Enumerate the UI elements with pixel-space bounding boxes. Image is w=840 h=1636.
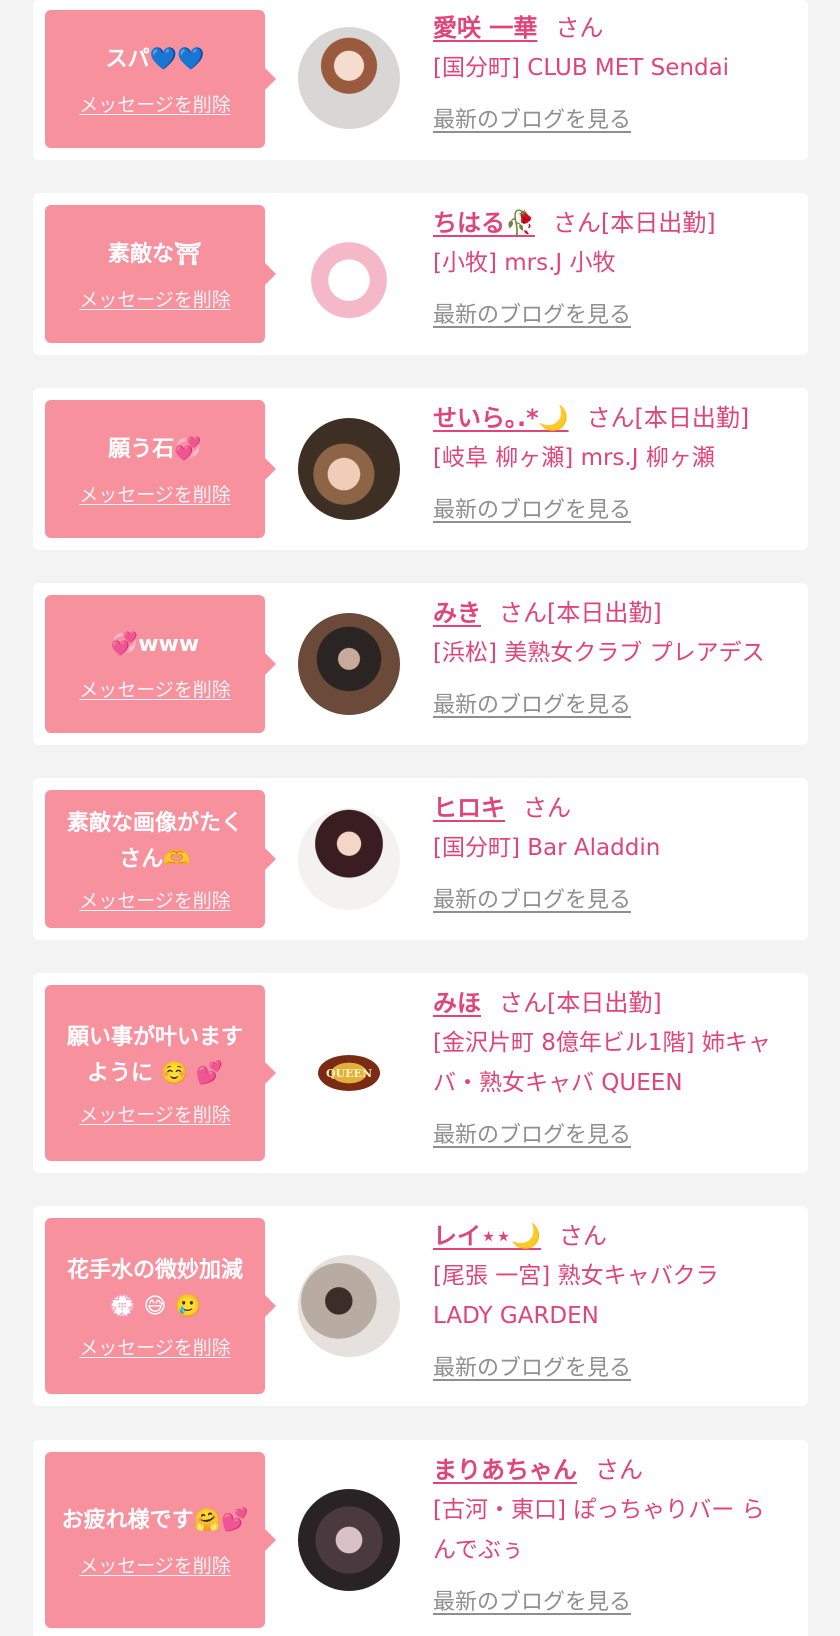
girl-name-link[interactable]: ヒロキ (433, 794, 505, 822)
message-text: 願う石💞 (108, 436, 202, 462)
shop-name: [古河・東口] ぽっちゃりバー ら (433, 1497, 765, 1523)
avatar[interactable] (298, 418, 400, 520)
blog-link[interactable]: 最新のブログを見る (433, 882, 631, 914)
message-bubble: 願う石💞 メッセージを削除 (45, 400, 276, 538)
shop-name: [小牧] mrs.J 小牧 (433, 250, 616, 276)
message-bubble: 願い事が叶います ように ☺️ 💕 メッセージを削除 (45, 985, 276, 1161)
shop-name: んでぶぅ (433, 1537, 524, 1563)
message-bubble: 素敵な⛩ メッセージを削除 (45, 205, 276, 343)
list-item: 願う石💞 メッセージを削除 せいら｡.*🌙 さん[本日出勤] [岐阜 柳ヶ瀬] m… (33, 388, 808, 550)
list-item: 素敵な⛩ メッセージを削除 ちはる🥀 さん[本日出勤] [小牧] mrs.J 小牧… (33, 193, 808, 355)
message-text: 💞www (110, 631, 200, 657)
avatar[interactable] (298, 1489, 400, 1591)
name-suffix: さん (555, 14, 604, 42)
list-item: 💞www メッセージを削除 みき さん[本日出勤] [浜松] 美熟女クラブ プレア… (33, 583, 808, 745)
name-suffix: さん[本日出勤] (499, 989, 662, 1017)
avatar[interactable]: QUEEN (298, 1022, 400, 1124)
avatar[interactable] (298, 613, 400, 715)
avatar[interactable] (298, 27, 400, 129)
shop-name: [国分町] Bar Aladdin (433, 835, 661, 861)
delete-message-link[interactable]: メッセージを削除 (79, 1333, 231, 1360)
delete-message-link[interactable]: メッセージを削除 (79, 1551, 231, 1578)
shop-name: [金沢片町 8億年ビル1階] 姉キャ (433, 1030, 771, 1056)
shop-name: [浜松] 美熟女クラブ プレアデス (433, 640, 765, 666)
blog-link[interactable]: 最新のブログを見る (433, 297, 631, 329)
message-bubble: スパ💙💙 メッセージを削除 (45, 10, 276, 148)
message-text: 花手水の微妙加減 (66, 1257, 243, 1283)
list-item: スパ💙💙 メッセージを削除 愛咲 一華 さん [国分町] CLUB MET Sen… (33, 0, 808, 160)
message-text: 💮 😅 🥲 (108, 1293, 202, 1319)
message-text: ように ☺️ 💕 (86, 1060, 224, 1086)
message-bubble: 💞www メッセージを削除 (45, 595, 276, 733)
delete-message-link[interactable]: メッセージを削除 (79, 285, 231, 312)
name-suffix: さん (558, 1222, 607, 1250)
message-text: さん🫶 (119, 846, 191, 872)
message-text: スパ💙💙 (105, 46, 205, 72)
message-text: お疲れ様です🤗💕 (61, 1507, 249, 1533)
delete-message-link[interactable]: メッセージを削除 (79, 886, 231, 913)
blog-link[interactable]: 最新のブログを見る (433, 1584, 631, 1616)
delete-message-link[interactable]: メッセージを削除 (79, 1100, 231, 1127)
girl-name-link[interactable]: まりあちゃん (433, 1456, 577, 1484)
blog-link[interactable]: 最新のブログを見る (433, 687, 631, 719)
delete-message-link[interactable]: メッセージを削除 (79, 480, 231, 507)
blog-link[interactable]: 最新のブログを見る (433, 1350, 631, 1382)
message-text: 素敵な⛩ (108, 241, 202, 267)
shop-logo-text: QUEEN (326, 1066, 372, 1080)
girl-name-link[interactable]: みき (433, 599, 481, 627)
list-item: 願い事が叶います ように ☺️ 💕 メッセージを削除 QUEEN みほ さん[本日… (33, 973, 808, 1173)
delete-message-link[interactable]: メッセージを削除 (79, 90, 231, 117)
girl-name-link[interactable]: ちはる🥀 (433, 209, 535, 237)
message-text: 願い事が叶います (66, 1024, 243, 1050)
shop-name: [国分町] CLUB MET Sendai (433, 55, 730, 81)
shop-name: [尾張 一宮] 熟女キャバクラ (433, 1263, 719, 1289)
name-suffix: さん (523, 794, 571, 822)
blog-link[interactable]: 最新のブログを見る (433, 102, 631, 134)
name-suffix: さん[本日出勤] (499, 599, 662, 627)
girl-name-link[interactable]: みほ (433, 989, 481, 1017)
shop-name: バ・熟女キャバ QUEEN (433, 1070, 683, 1096)
message-text: 素敵な画像がたく (66, 810, 243, 836)
list-item: お疲れ様です🤗💕 メッセージを削除 まりあちゃん さん [古河・東口] ぽっちゃり… (33, 1440, 808, 1636)
delete-message-link[interactable]: メッセージを削除 (79, 675, 231, 702)
message-bubble: 素敵な画像がたく さん🫶 メッセージを削除 (45, 790, 276, 928)
shop-name: [岐阜 柳ヶ瀬] mrs.J 柳ヶ瀬 (433, 445, 715, 471)
avatar[interactable] (298, 1255, 400, 1357)
name-suffix: さん[本日出勤] (586, 404, 750, 432)
message-bubble: お疲れ様です🤗💕 メッセージを削除 (45, 1452, 276, 1628)
avatar[interactable] (298, 221, 400, 323)
avatar[interactable] (298, 808, 400, 910)
girl-name-link[interactable]: せいら｡.*🌙 (433, 404, 569, 432)
girl-name-link[interactable]: レイ⋆⋆🌙 (433, 1222, 541, 1250)
list-item: 花手水の微妙加減 💮 😅 🥲 メッセージを削除 レイ⋆⋆🌙 さん [尾張 一宮] … (33, 1206, 808, 1406)
name-suffix: さん (595, 1456, 643, 1484)
blog-link[interactable]: 最新のブログを見る (433, 1117, 631, 1149)
shop-name: LADY GARDEN (433, 1303, 599, 1329)
name-suffix: さん[本日出勤] (552, 209, 716, 237)
blog-link[interactable]: 最新のブログを見る (433, 492, 631, 524)
list-item: 素敵な画像がたく さん🫶 メッセージを削除 ヒロキ さん [国分町] Bar Al… (33, 778, 808, 940)
girl-name-link[interactable]: 愛咲 一華 (433, 14, 537, 42)
message-bubble: 花手水の微妙加減 💮 😅 🥲 メッセージを削除 (45, 1218, 276, 1394)
